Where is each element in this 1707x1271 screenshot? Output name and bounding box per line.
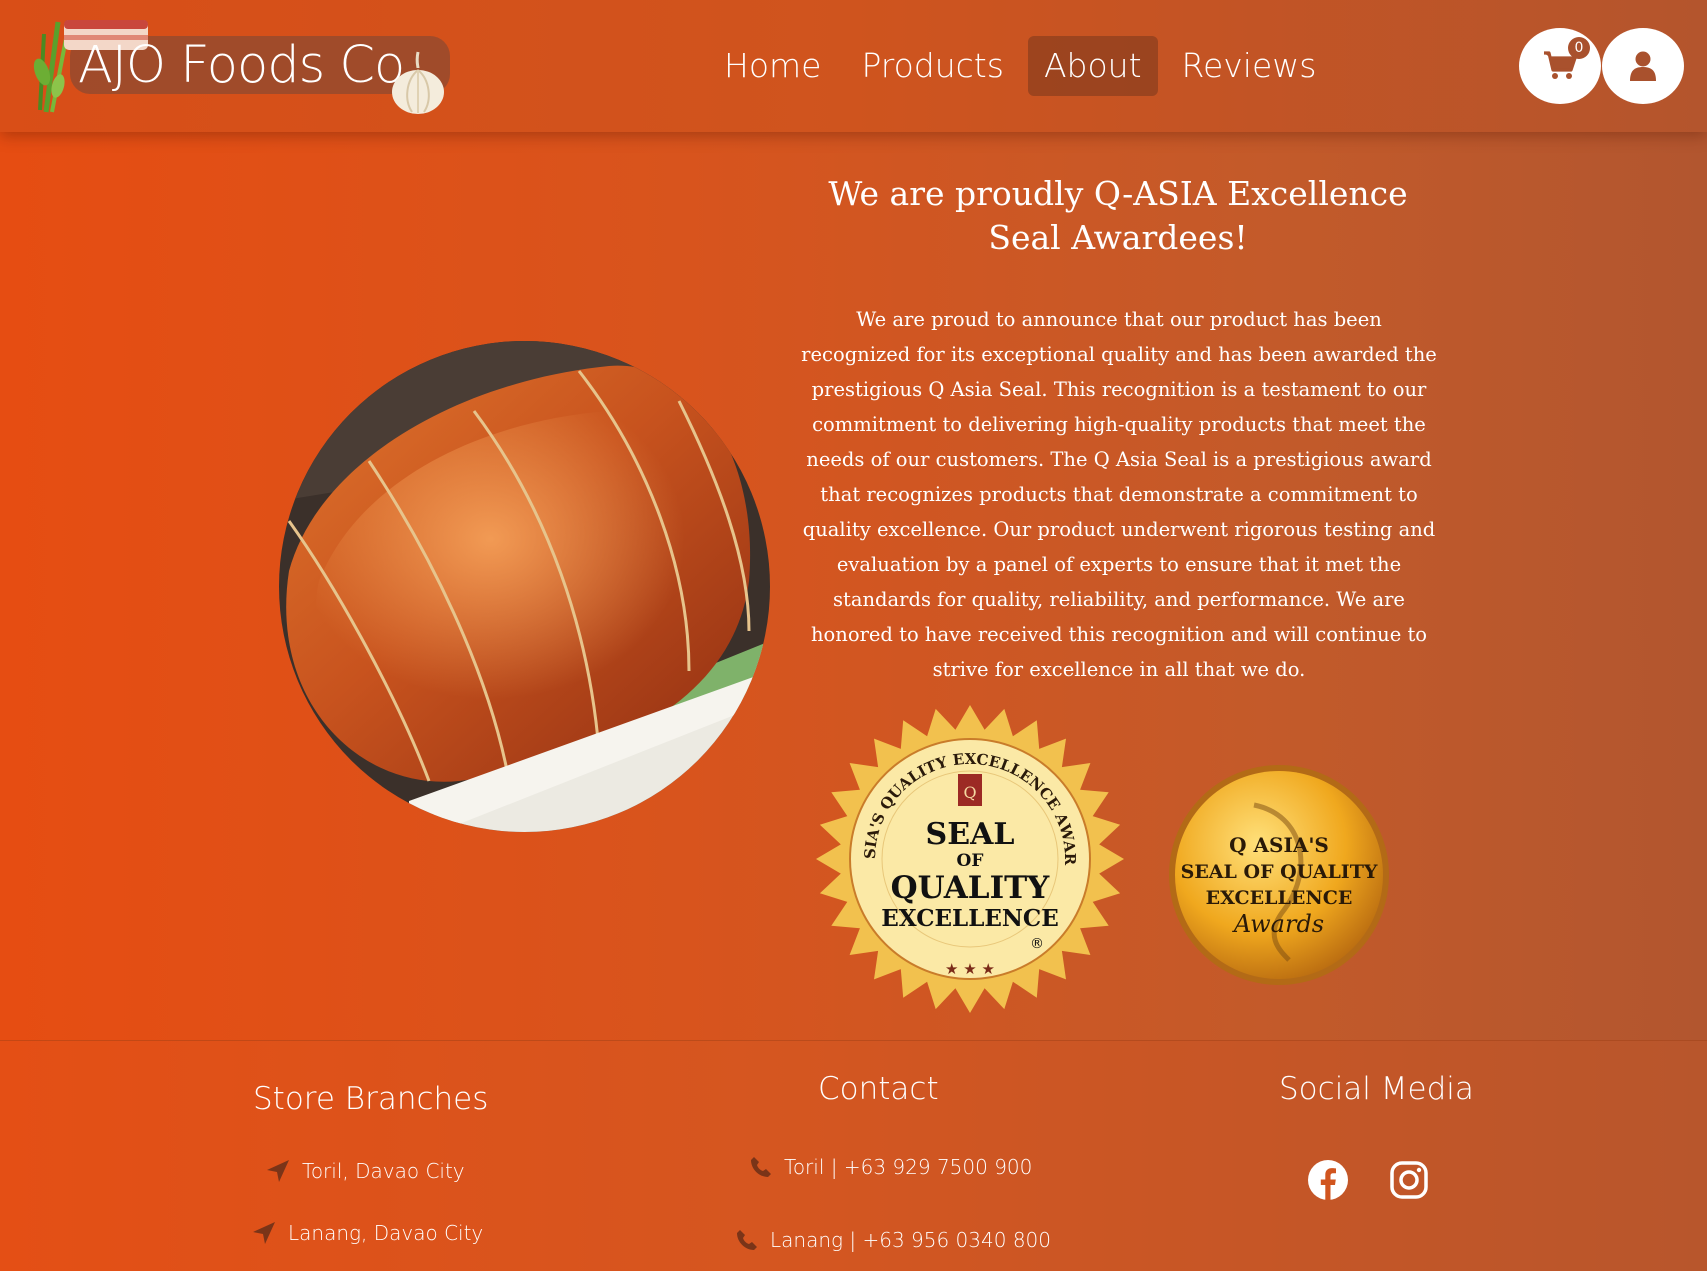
cart-count-badge: 0	[1568, 37, 1590, 59]
branch-label: Lanang, Davao City	[288, 1221, 484, 1245]
quality-seal-badge: Q ASIA'S QUALITY EXCELLENCE AWARDS Q SEA…	[815, 704, 1124, 1013]
phone-icon	[737, 1230, 757, 1250]
facebook-icon[interactable]	[1307, 1159, 1349, 1201]
branch-item-toril: Toril, Davao City	[266, 1159, 465, 1183]
seal-registered: ®	[1030, 936, 1044, 952]
contact-heading: Contact	[818, 1071, 939, 1107]
instagram-icon[interactable]	[1389, 1160, 1429, 1200]
coin-line4: Awards	[1232, 910, 1324, 938]
seal-line4: EXCELLENCE	[881, 905, 1059, 932]
garlic-icon	[392, 51, 444, 114]
nav-products[interactable]: Products	[845, 36, 1020, 96]
seal-line2: OF	[957, 851, 984, 871]
quality-award-coin: Q ASIA'S SEAL OF QUALITY EXCELLENCE Awar…	[1169, 765, 1389, 985]
contact-item-toril[interactable]: Toril | +63 929 7500 900	[750, 1155, 1032, 1179]
coin-line1: Q ASIA'S	[1229, 833, 1329, 857]
site-header: AJO Foods Co. Home Products About Review…	[0, 0, 1707, 132]
page-title: We are proudly Q-ASIA Excellence Seal Aw…	[828, 174, 1408, 257]
main-nav: Home Products About Reviews	[708, 36, 1332, 96]
coin-line2: SEAL OF QUALITY	[1181, 861, 1378, 883]
seal-stars-icon: ★ ★ ★	[945, 960, 995, 978]
nav-about[interactable]: About	[1027, 36, 1158, 96]
site-footer: Store Branches Toril, Davao City Lanang,…	[0, 1040, 1707, 1271]
contact-label: Toril | +63 929 7500 900	[784, 1155, 1033, 1179]
branches-heading: Store Branches	[253, 1081, 489, 1117]
user-icon	[1630, 51, 1656, 81]
about-paragraph: We are proud to announce that our produc…	[801, 308, 1437, 681]
site-logo[interactable]: AJO Foods Co.	[28, 14, 458, 114]
branch-label: Toril, Davao City	[302, 1159, 465, 1183]
phone-icon	[751, 1157, 771, 1177]
account-button[interactable]	[1602, 28, 1684, 104]
location-arrow-icon	[267, 1160, 289, 1182]
contact-item-lanang[interactable]: Lanang | +63 956 0340 800	[736, 1228, 1051, 1252]
branch-item-lanang: Lanang, Davao City	[252, 1221, 483, 1245]
logo-text: AJO Foods Co.	[78, 36, 419, 95]
nav-home[interactable]: Home	[708, 36, 837, 96]
social-heading: Social Media	[1279, 1071, 1474, 1107]
location-arrow-icon	[253, 1222, 275, 1244]
about-section: We are proudly Q-ASIA Excellence Seal Aw…	[0, 132, 1707, 1040]
contact-label: Lanang | +63 956 0340 800	[770, 1228, 1051, 1252]
nav-reviews[interactable]: Reviews	[1166, 36, 1333, 96]
coin-line3: EXCELLENCE	[1206, 887, 1353, 909]
seal-line3: QUALITY	[891, 870, 1051, 906]
seal-line1: SEAL	[926, 817, 1015, 852]
lechon-belly-image	[279, 341, 770, 832]
cart-button[interactable]: 0	[1519, 28, 1601, 104]
svg-text:Q: Q	[963, 783, 976, 802]
